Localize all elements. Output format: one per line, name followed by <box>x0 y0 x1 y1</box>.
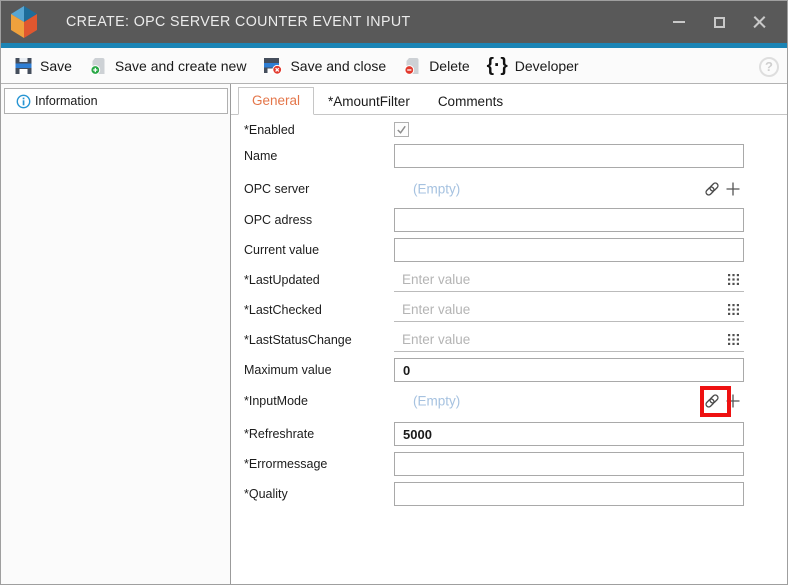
lastchecked-datetime-field[interactable]: Enter value <box>394 298 744 322</box>
dialog-window: CREATE: OPC SERVER COUNTER EVENT INPUT S… <box>0 0 788 585</box>
sidebar: Information <box>1 84 231 584</box>
plus-icon[interactable] <box>726 182 740 196</box>
save-and-create-new-button[interactable]: Save and create new <box>89 57 247 75</box>
laststatuschange-datetime-field[interactable]: Enter value <box>394 328 744 352</box>
maximum-value-input[interactable] <box>394 358 744 382</box>
toolbar: Save Save and create new Save and close <box>1 48 787 84</box>
field-row-lastchecked: *LastChecked Enter value <box>231 298 787 322</box>
field-label: OPC server <box>244 177 309 201</box>
tab-comments[interactable]: Comments <box>424 89 517 114</box>
field-label: *Quality <box>244 482 288 506</box>
delete-button[interactable]: Delete <box>403 57 469 75</box>
close-button[interactable] <box>739 1 779 43</box>
quality-input[interactable] <box>394 482 744 506</box>
help-icon[interactable]: ? <box>759 57 779 77</box>
tab-strip: General *AmountFilter Comments <box>231 84 787 115</box>
main-panel: General *AmountFilter Comments *Enabled … <box>231 84 787 584</box>
lastupdated-datetime-field[interactable]: Enter value <box>394 268 744 292</box>
grid-picker-icon[interactable] <box>728 334 739 345</box>
sidebar-item-label: Information <box>35 94 98 108</box>
placeholder-text: Enter value <box>402 328 470 351</box>
minimize-button[interactable] <box>659 1 699 43</box>
name-input[interactable] <box>394 144 744 168</box>
enabled-checkbox[interactable] <box>394 122 409 137</box>
field-row-refreshrate: *Refreshrate <box>231 422 787 446</box>
grid-picker-icon[interactable] <box>728 274 739 285</box>
checkmark-icon <box>395 123 408 136</box>
grid-picker-icon[interactable] <box>728 304 739 315</box>
save-floppy-icon <box>14 57 33 75</box>
field-row-opc-adress: OPC adress <box>231 208 787 232</box>
save-and-create-new-label: Save and create new <box>115 58 247 74</box>
inputmode-value[interactable]: (Empty) <box>413 394 460 409</box>
field-label: *LastChecked <box>244 298 322 322</box>
save-label: Save <box>40 58 72 74</box>
save-and-close-button[interactable]: Save and close <box>263 57 386 75</box>
field-label: OPC adress <box>244 208 312 232</box>
minimize-icon <box>673 21 685 23</box>
maximize-button[interactable] <box>699 1 739 43</box>
field-label: *LastStatusChange <box>244 328 352 352</box>
field-row-quality: *Quality <box>231 482 787 506</box>
placeholder-text: Enter value <box>402 298 470 321</box>
form-area: *Enabled Name OPC server (Empty <box>231 115 787 584</box>
field-row-opc-server: OPC server (Empty) <box>231 177 787 201</box>
field-label: *Enabled <box>244 122 295 138</box>
field-label: *LastUpdated <box>244 268 320 292</box>
info-icon <box>16 94 31 109</box>
save-and-close-label: Save and close <box>290 58 386 74</box>
code-braces-icon: {·} <box>487 57 508 75</box>
save-button[interactable]: Save <box>14 57 72 75</box>
window-title: CREATE: OPC SERVER COUNTER EVENT INPUT <box>66 1 411 43</box>
field-label: *Errormessage <box>244 452 327 476</box>
tab-general[interactable]: General <box>238 87 314 115</box>
window-controls <box>659 1 779 43</box>
close-icon <box>753 16 766 29</box>
field-label: Current value <box>244 238 319 262</box>
opc-adress-input[interactable] <box>394 208 744 232</box>
field-row-maximum-value: Maximum value <box>231 358 787 382</box>
field-label: *InputMode <box>244 387 308 415</box>
errormessage-input[interactable] <box>394 452 744 476</box>
field-row-current-value: Current value <box>231 238 787 262</box>
field-row-name: Name <box>231 144 787 168</box>
maximize-icon <box>714 17 725 28</box>
developer-label: Developer <box>515 58 579 74</box>
save-close-icon <box>263 57 283 75</box>
delete-label: Delete <box>429 58 469 74</box>
red-highlight-box <box>700 386 731 417</box>
field-row-lastupdated: *LastUpdated Enter value <box>231 268 787 292</box>
sidebar-item-information[interactable]: Information <box>4 88 228 114</box>
field-row-enabled: *Enabled <box>231 122 787 138</box>
placeholder-text: Enter value <box>402 268 470 291</box>
tab-amountfilter[interactable]: *AmountFilter <box>314 89 424 114</box>
field-row-errormessage: *Errormessage <box>231 452 787 476</box>
field-label: Name <box>244 144 277 168</box>
current-value-input[interactable] <box>394 238 744 262</box>
opc-server-value[interactable]: (Empty) <box>413 182 460 197</box>
field-label: *Refreshrate <box>244 422 314 446</box>
field-row-inputmode: *InputMode (Empty) <box>231 387 787 415</box>
developer-button[interactable]: {·} Developer <box>487 57 579 75</box>
app-logo-icon <box>11 6 37 38</box>
link-icon[interactable] <box>704 181 720 197</box>
delete-icon <box>403 57 422 75</box>
refreshrate-input[interactable] <box>394 422 744 446</box>
field-label: Maximum value <box>244 358 332 382</box>
save-new-icon <box>89 57 108 75</box>
field-row-laststatuschange: *LastStatusChange Enter value <box>231 328 787 352</box>
title-bar: CREATE: OPC SERVER COUNTER EVENT INPUT <box>1 1 787 43</box>
